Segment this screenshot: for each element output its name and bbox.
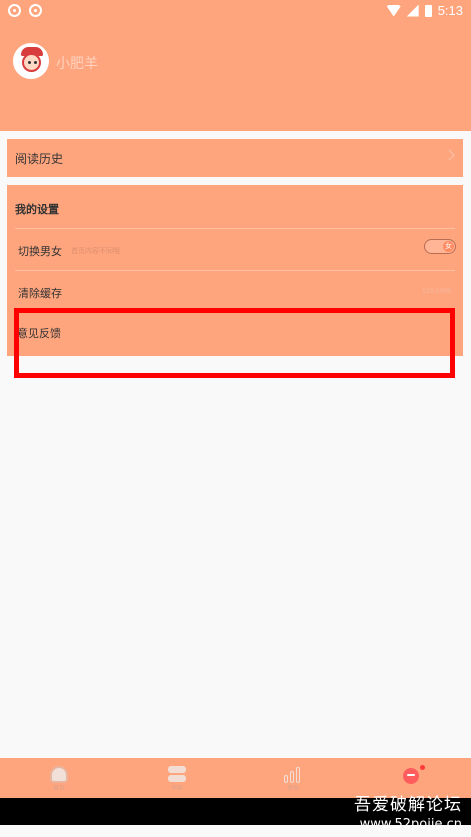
notification-icon xyxy=(8,4,21,17)
highlight-box xyxy=(14,308,455,378)
clear-cache-label: 清除缓存 xyxy=(18,287,62,300)
ranking-icon xyxy=(284,767,302,783)
notification-dot xyxy=(420,765,425,770)
clear-cache-row[interactable]: 清除缓存 129.03KB xyxy=(15,270,455,312)
avatar[interactable] xyxy=(13,43,49,79)
avatar-eye xyxy=(28,61,31,64)
profile-header: 小肥羊 xyxy=(0,22,471,131)
notification-icon xyxy=(29,4,42,17)
nav-home-label: 首页 xyxy=(52,785,65,792)
avatar-face xyxy=(22,53,41,72)
me-icon xyxy=(403,768,419,784)
nav-home[interactable]: 首页 xyxy=(29,758,89,798)
gender-toggle-knob: 女 xyxy=(443,241,454,252)
watermark: 吾爱破解论坛 www.52pojie.cn xyxy=(354,790,462,832)
settings-title: 我的设置 xyxy=(15,203,59,216)
bookshelf-icon xyxy=(168,766,186,782)
nav-bookshelf-label: 书架 xyxy=(170,785,183,792)
watermark-line1: 吾爱破解论坛 xyxy=(354,795,462,815)
cache-size: 129.03KB xyxy=(421,288,451,295)
chevron-right-icon xyxy=(443,149,455,161)
gender-switch-row[interactable]: 切换男女 首页内容不同哦 女 xyxy=(15,228,456,270)
status-time: 5:13 xyxy=(437,3,463,18)
watermark-line2: www.52pojie.cn xyxy=(359,817,462,832)
nav-bookshelf[interactable]: 书架 xyxy=(147,758,207,798)
avatar-eye xyxy=(34,61,37,64)
nav-ranking-label: 榜单 xyxy=(286,785,299,792)
gender-switch-label: 切换男女 xyxy=(18,245,62,258)
battery-icon xyxy=(424,4,432,17)
reading-history-label: 阅读历史 xyxy=(15,152,64,166)
gender-switch-hint: 首页内容不同哦 xyxy=(71,247,120,255)
gender-toggle[interactable]: 女 xyxy=(424,239,456,254)
reading-history-item[interactable]: 阅读历史 xyxy=(7,139,463,177)
signal-icon xyxy=(406,4,419,17)
nav-ranking[interactable]: 榜单 xyxy=(263,758,323,798)
status-bar: 5:13 xyxy=(0,0,471,22)
username[interactable]: 小肥羊 xyxy=(56,53,98,73)
home-icon xyxy=(50,766,68,783)
wifi-icon xyxy=(386,4,401,17)
